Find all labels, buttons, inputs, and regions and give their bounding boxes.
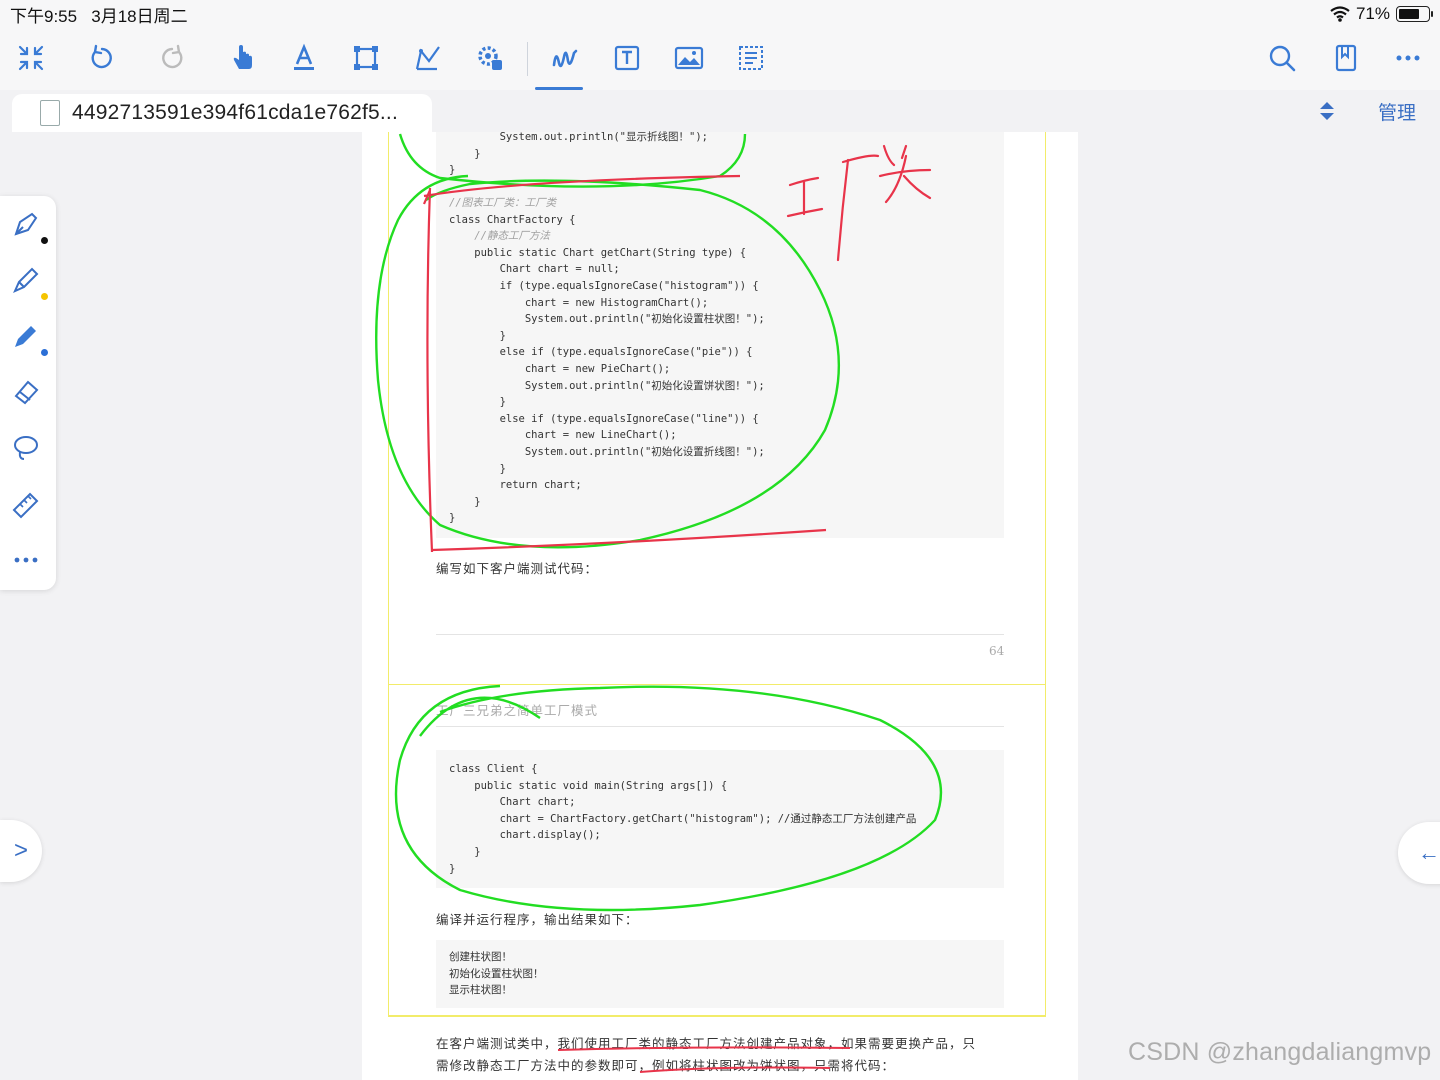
battery-icon <box>1396 6 1433 22</box>
text-recognition-icon[interactable] <box>733 40 769 76</box>
lasso-icon[interactable] <box>10 432 46 468</box>
manage-button[interactable]: 管理 <box>1378 98 1416 125</box>
code-line: public static void main(String args[]) { <box>449 779 728 792</box>
pen-icon[interactable] <box>10 208 48 244</box>
code-line: System.out.println("初始化设置饼状图！"); <box>449 379 765 392</box>
output-line: 显示柱状图！ <box>449 984 512 997</box>
code-line: Chart chart; <box>449 796 576 809</box>
more-icon[interactable] <box>1390 40 1426 76</box>
marker-color-dot <box>41 349 48 356</box>
toolbar <box>0 28 1440 90</box>
document-title: 4492713591e394f61cda1e762f5... <box>72 101 398 124</box>
paragraph-run-output: 编译并运行程序，输出结果如下： <box>436 912 639 927</box>
tab-bar: 4492713591e394f61cda1e762f5... 管理 <box>0 90 1440 132</box>
wifi-icon <box>1330 6 1350 22</box>
code-line: } <box>449 512 456 525</box>
toolbar-separator <box>527 42 528 76</box>
status-bar: 下午9:55 3月18日周二 71% <box>0 0 1440 28</box>
code-line: } <box>449 495 481 508</box>
paragraph-client-intro: 编写如下客户端测试代码： <box>436 561 599 576</box>
redo-icon[interactable] <box>154 40 190 76</box>
code-line: } <box>449 396 506 409</box>
client-code: class Client { public static void main(S… <box>449 761 916 877</box>
code-line: } <box>449 462 506 475</box>
frame-left <box>388 132 389 1016</box>
code-line: if (type.equalsIgnoreCase("histogram")) … <box>449 279 759 292</box>
sort-icon[interactable] <box>1316 100 1338 122</box>
code-line: return chart; <box>449 479 582 492</box>
code-line: chart.display(); <box>449 829 601 842</box>
code-line: Chart chart = null; <box>449 263 620 276</box>
handwriting-icon[interactable] <box>535 40 583 90</box>
code-line: } <box>449 329 506 342</box>
next-page-button[interactable]: > <box>0 820 42 882</box>
frame-divider <box>388 684 1046 685</box>
frame-bottom <box>388 1015 1046 1017</box>
back-button[interactable]: ← <box>1398 822 1440 884</box>
select-rect-icon[interactable] <box>348 40 384 76</box>
code-line: } <box>449 862 456 875</box>
code-line: } <box>449 164 456 177</box>
code-line: } <box>449 845 481 858</box>
page-header-title: 工厂三兄弟之简单工厂模式 <box>436 703 599 718</box>
image-icon[interactable] <box>671 40 707 76</box>
collapse-icon[interactable] <box>13 40 49 76</box>
paragraph-conclusion-line1: 在客户端测试类中，我们使用工厂类的静态工厂方法创建产品对象，如果需要更换产品，只 <box>436 1036 977 1051</box>
code-line: public static Chart getChart(String type… <box>449 246 747 259</box>
code-line: System.out.println("初始化设置柱状图！"); <box>449 313 765 326</box>
status-date: 3月18日周二 <box>91 6 188 26</box>
page-footer-rule <box>436 634 1004 635</box>
code-line: chart = ChartFactory.getChart("histogram… <box>449 812 917 825</box>
status-right: 71% <box>1330 4 1433 24</box>
text-underline-icon[interactable] <box>286 40 322 76</box>
code-line: else if (type.equalsIgnoreCase("line")) … <box>449 412 759 425</box>
settings-gear-icon[interactable] <box>472 40 508 76</box>
code-line: System.out.println("显示折线图！"); <box>449 131 708 143</box>
output-line: 创建柱状图！ <box>449 951 512 963</box>
document-tab[interactable]: 4492713591e394f61cda1e762f5... <box>12 94 432 132</box>
textbox-icon[interactable] <box>609 40 645 76</box>
marker-icon[interactable] <box>10 320 48 356</box>
highlighter-icon[interactable] <box>10 264 48 300</box>
status-time: 下午9:55 <box>10 6 78 26</box>
highlighter-color-dot <box>41 293 48 300</box>
code-line: chart = new PieChart(); <box>449 362 671 375</box>
code-line: chart = new HistogramChart(); <box>449 296 709 309</box>
ruler-icon[interactable] <box>10 488 46 524</box>
code-line: System.out.println("初始化设置折线图！"); <box>449 445 765 458</box>
code-top-lines: System.out.println("显示折线图！"); } } <box>449 129 708 179</box>
output-lines: 创建柱状图！ 初始化设置柱状图！ 显示柱状图！ <box>449 949 544 999</box>
code-line: //图表工厂类：工厂类 <box>449 197 557 209</box>
factory-code: //图表工厂类：工厂类 class ChartFactory { //静态工厂方… <box>449 195 765 527</box>
page-header-rule <box>436 726 1004 727</box>
battery-percent: 71% <box>1355 4 1390 23</box>
code-line: } <box>449 147 481 160</box>
bookmark-icon[interactable] <box>1328 40 1364 76</box>
pen-color-dot <box>41 237 48 244</box>
document-page: System.out.println("显示折线图！"); } } //图表工厂… <box>362 129 1078 1080</box>
status-left: 下午9:55 3月18日周二 <box>10 2 188 27</box>
paragraph-conclusion-line2: 需修改静态工厂方法中的参数即可，例如将柱状图改为饼状图，只需将代码： <box>436 1058 896 1073</box>
battery-fill <box>1399 9 1419 19</box>
watermark: CSDN @zhangdaliangmvp <box>1128 1038 1432 1066</box>
output-line: 初始化设置柱状图！ <box>449 967 544 980</box>
code-line: else if (type.equalsIgnoreCase("pie")) { <box>449 346 753 359</box>
frame-right <box>1045 132 1046 1016</box>
code-line: chart = new LineChart(); <box>449 429 677 442</box>
undo-icon[interactable] <box>84 40 120 76</box>
page-number: 64 <box>989 644 1005 658</box>
code-line: class Client { <box>449 763 538 775</box>
search-icon[interactable] <box>1264 40 1300 76</box>
code-line: //静态工厂方法 <box>449 230 550 243</box>
more-dots-icon[interactable] <box>10 544 46 580</box>
pen-toolbar <box>0 196 56 590</box>
document-icon <box>40 100 60 126</box>
code-line: class ChartFactory { <box>449 213 576 226</box>
shape-icon[interactable] <box>410 40 446 76</box>
eraser-icon[interactable] <box>10 376 46 412</box>
hand-pointer-icon[interactable] <box>224 40 260 76</box>
